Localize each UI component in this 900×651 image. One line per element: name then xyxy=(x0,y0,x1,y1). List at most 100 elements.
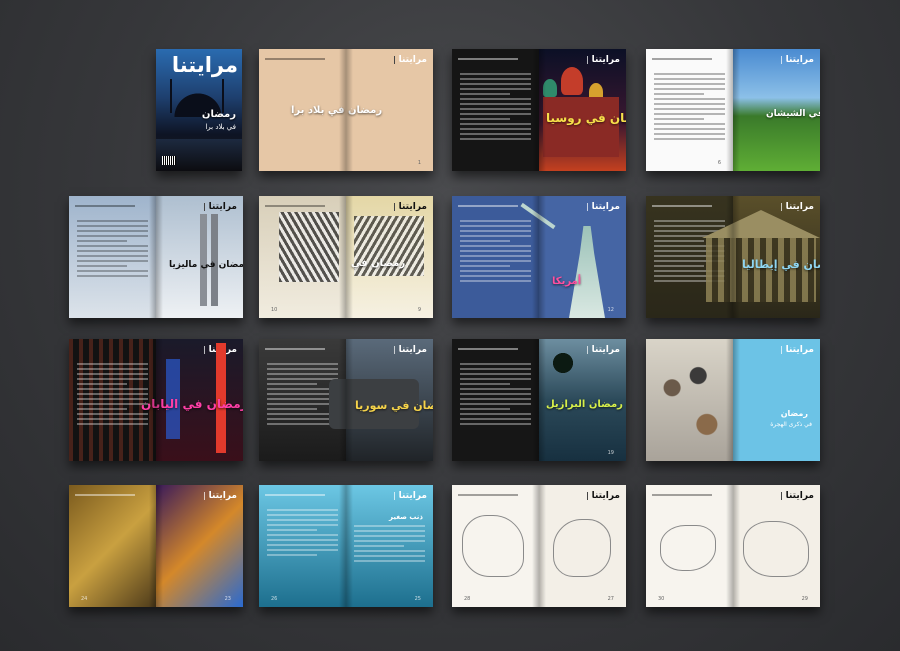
header-rule xyxy=(75,205,135,207)
spread-10[interactable]: مرايتنا رمضان في سوريا xyxy=(259,339,433,461)
logo-divider xyxy=(781,346,782,354)
cartoon-sketch-2 xyxy=(743,521,809,577)
spread-headline: رمضان البرازيل xyxy=(546,399,623,410)
logo: مرايتنا xyxy=(208,202,237,212)
page-number: 12 xyxy=(607,307,614,313)
page-number-right: 23 xyxy=(224,596,231,602)
spread-5[interactable]: مرايتنا رمضان في ماليزيا xyxy=(69,196,243,318)
logo: مرايتنا xyxy=(591,345,620,355)
page-left xyxy=(646,339,733,461)
article-text xyxy=(460,363,531,445)
spread-14[interactable]: 26 مرايتنا ذنب صغير 25 xyxy=(259,485,433,607)
logo-divider xyxy=(204,492,205,500)
spread-headline: رمضان في ماليزيا xyxy=(169,260,243,270)
spread-15[interactable]: 28 مرايتنا 27 xyxy=(452,485,626,607)
logo-divider xyxy=(394,56,395,64)
header-rule xyxy=(75,494,135,496)
spread-16[interactable]: 30 مرايتنا 29 xyxy=(646,485,820,607)
logo: مرايتنا xyxy=(591,202,620,212)
spread-6[interactable]: 10 مرايتنا 9 رمضان في xyxy=(259,196,433,318)
logo: مرايتنا xyxy=(785,55,814,65)
spread-headline: أمريكا xyxy=(552,276,582,287)
spread-11[interactable]: مرايتنا 19 رمضان البرازيل xyxy=(452,339,626,461)
page-right: مرايتنا 27 xyxy=(539,485,626,607)
barcode-icon xyxy=(162,156,176,165)
page-right: مرايتنا 29 xyxy=(733,485,820,607)
header-rule xyxy=(458,205,518,207)
logo-divider xyxy=(587,346,588,354)
logo: مرايتنا xyxy=(398,202,427,212)
page-right: مرايتنا 9 xyxy=(346,196,433,318)
article-text xyxy=(460,220,531,302)
article-text xyxy=(77,220,148,302)
logo-divider xyxy=(587,56,588,64)
page-number-left: 10 xyxy=(271,307,278,313)
header-rule xyxy=(458,58,518,60)
page-right: مرايتنا xyxy=(539,49,626,171)
page-left: 30 xyxy=(646,485,733,607)
logo: مرايتنا xyxy=(591,55,620,65)
spread-13[interactable]: 24 مرايتنا 23 xyxy=(69,485,243,607)
header-rule xyxy=(458,494,518,496)
page-left xyxy=(452,339,539,461)
page-right: مرايتنا 23 xyxy=(156,485,243,607)
spread-7[interactable]: مرايتنا 12 أمريكا xyxy=(452,196,626,318)
logo-divider xyxy=(204,346,205,354)
logo: مرايتنا xyxy=(398,491,427,501)
page-number: 1 xyxy=(417,160,421,166)
header-rule xyxy=(652,494,712,496)
page-number-left: 30 xyxy=(658,596,665,602)
spread-12[interactable]: مرايتنا رمضان في ذكرى الهجرة xyxy=(646,339,820,461)
spread-headline: رمضان في روسيا xyxy=(546,111,626,125)
cathedral-dome xyxy=(561,67,583,95)
minaret-left xyxy=(170,79,172,113)
cover-logo: مرايتنا xyxy=(171,53,238,77)
page-right: مرايتنا 12 xyxy=(539,196,626,318)
palm-tree xyxy=(543,343,583,383)
page-number: 19 xyxy=(607,450,614,456)
logo: مرايتنا xyxy=(785,202,814,212)
page-number-left: 28 xyxy=(464,596,471,602)
zebra-image xyxy=(279,212,339,282)
header-rule xyxy=(265,494,325,496)
article-text xyxy=(267,363,338,445)
spread-2[interactable]: مرايتنا 1 رمضان في بلاد برا xyxy=(259,49,433,171)
spread-3[interactable]: مرايتنا رمضان في روسيا xyxy=(452,49,626,171)
spread-headline: رمضان في الشيشان xyxy=(766,109,820,119)
header-rule xyxy=(265,58,325,60)
page-right: مرايتنا رمضان في ذكرى الهجرة xyxy=(733,339,820,461)
page-number-right: 29 xyxy=(801,596,808,602)
cartoon-sketch xyxy=(660,525,716,571)
cartoon-sketch-2 xyxy=(553,519,611,577)
logo-divider xyxy=(204,203,205,211)
magazine-spread-grid: مرايتنا رمضان في بلاد برا مرايتنا 1 رمضا… xyxy=(0,0,900,651)
spread-headline: رمضان في xyxy=(351,258,406,269)
logo-divider xyxy=(394,492,395,500)
cathedral-body xyxy=(543,97,619,157)
page-left: 24 xyxy=(69,485,156,607)
spread-headline: رمضان xyxy=(780,409,808,418)
header-rule xyxy=(265,348,325,350)
spread-4[interactable]: 6 مرايتنا رمضان في الشيشان xyxy=(646,49,820,171)
logo: مرايتنا xyxy=(785,491,814,501)
spread-8[interactable]: مرايتنا رمضان في إيطاليا xyxy=(646,196,820,318)
logo-divider xyxy=(587,203,588,211)
logo: مرايتنا xyxy=(208,491,237,501)
minaret-right xyxy=(222,79,224,113)
crowd-photo xyxy=(646,339,733,461)
spread-cover[interactable]: مرايتنا رمضان في بلاد برا xyxy=(156,49,242,171)
page-left: 10 xyxy=(259,196,346,318)
page-right: مرايتنا ذنب صغير 25 xyxy=(346,485,433,607)
logo-divider xyxy=(394,203,395,211)
spread-headline: ذنب صغير xyxy=(389,513,423,521)
article-text xyxy=(77,363,148,445)
cover-reflection xyxy=(156,139,242,171)
article-text xyxy=(267,509,338,591)
page-number-left: 24 xyxy=(81,596,88,602)
page-number-right: 27 xyxy=(607,596,614,602)
cover-page: مرايتنا رمضان في بلاد برا xyxy=(156,49,242,171)
spread-9[interactable]: مرايتنا رمضان في اليابان xyxy=(69,339,243,461)
article-text xyxy=(460,73,531,155)
spread-headline: رمضان في سوريا xyxy=(355,399,433,412)
page-left xyxy=(69,196,156,318)
